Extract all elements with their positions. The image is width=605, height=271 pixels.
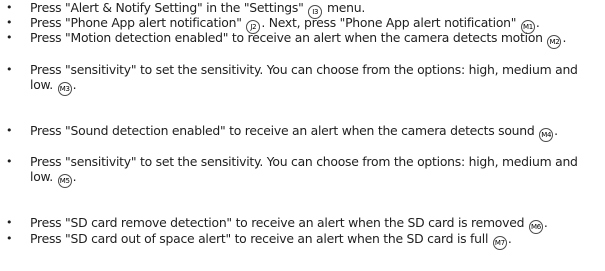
bullet: • xyxy=(6,16,13,29)
step-ref-badge: M5 xyxy=(57,173,72,188)
text-segment: Press "sensitivity" to set the sensitivi… xyxy=(30,154,578,184)
bullet: • xyxy=(6,124,13,137)
text-segment: . xyxy=(562,30,567,45)
text-segment: . xyxy=(554,123,558,138)
instruction-list: • Press "Alert & Notify Setting" in the … xyxy=(0,0,605,271)
list-item-text: Press "Sound detection enabled" to recei… xyxy=(30,123,602,142)
text-segment: . xyxy=(72,76,77,92)
bullet: • xyxy=(6,31,13,44)
text-segment: Press "SD card out of space alert" to re… xyxy=(30,231,492,246)
text-segment: . xyxy=(535,15,540,30)
text-segment: Press "Sound detection enabled" to recei… xyxy=(30,123,539,138)
text-segment: Press "Alert & Notify Setting" in the "S… xyxy=(30,0,308,15)
step-ref-badge: M7 xyxy=(492,236,507,250)
list-item-text: Press "Motion detection enabled" to rece… xyxy=(30,30,602,49)
bullet: • xyxy=(6,155,13,168)
list-item-text: Press "SD card out of space alert" to re… xyxy=(30,231,602,250)
bullet: • xyxy=(6,1,13,14)
bullet: • xyxy=(6,232,13,245)
list-item-text: Press "sensitivity" to set the sensitivi… xyxy=(30,62,602,96)
step-ref-badge: M2 xyxy=(547,35,562,49)
text-segment: Press "Motion detection enabled" to rece… xyxy=(30,30,547,45)
text-segment: . xyxy=(507,231,512,246)
step-ref-badge: M3 xyxy=(57,81,72,96)
text-segment: . Next, press "Phone App alert notificat… xyxy=(261,15,520,30)
text-segment: menu. xyxy=(323,0,366,15)
list-item-text: Press "sensitivity" to set the sensitivi… xyxy=(30,154,602,188)
text-segment: Press "Phone App alert notification" xyxy=(30,15,246,30)
bullet: • xyxy=(6,63,13,76)
bullet: • xyxy=(6,216,13,229)
text-segment: . xyxy=(72,168,77,184)
text-segment: Press "sensitivity" to set the sensitivi… xyxy=(30,62,578,92)
text-segment: . xyxy=(543,215,548,230)
step-ref-badge: M4 xyxy=(539,128,554,142)
text-segment: Press "SD card remove detection" to rece… xyxy=(30,215,528,230)
